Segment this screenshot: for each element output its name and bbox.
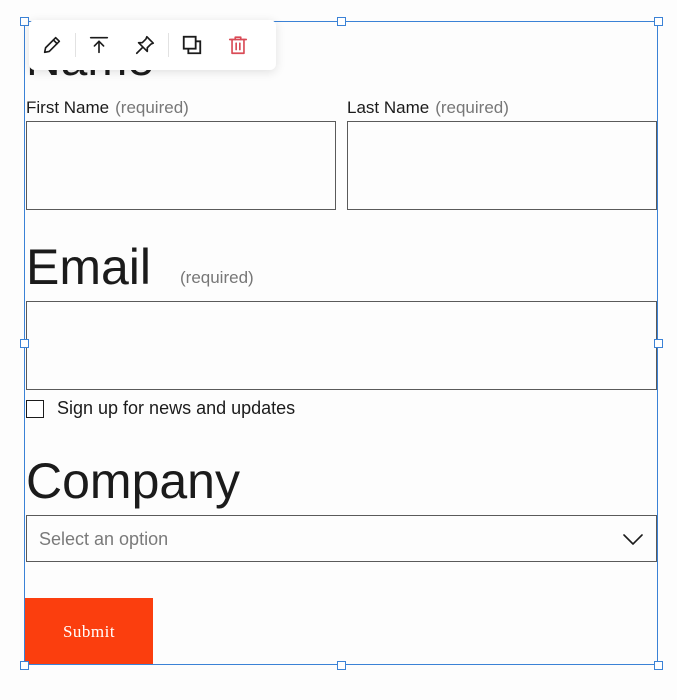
pin-icon	[135, 35, 155, 55]
resize-handle[interactable]	[654, 17, 663, 26]
move-to-top-button[interactable]	[79, 25, 119, 65]
duplicate-icon	[182, 35, 202, 55]
email-heading: Email	[26, 239, 152, 295]
company-heading: Company	[26, 453, 240, 509]
move-to-top-icon	[89, 36, 109, 54]
company-select[interactable]: Select an option	[26, 515, 657, 562]
last-name-input[interactable]	[347, 121, 657, 210]
last-name-label: Last Name (required)	[347, 98, 509, 117]
resize-handle[interactable]	[337, 661, 346, 670]
resize-handle[interactable]	[654, 661, 663, 670]
pin-button[interactable]	[125, 25, 165, 65]
newsletter-label: Sign up for news and updates	[57, 398, 296, 418]
required-indicator: (required)	[435, 98, 509, 117]
resize-handle[interactable]	[20, 339, 29, 348]
resize-handle[interactable]	[20, 661, 29, 670]
required-indicator: (required)	[180, 268, 254, 287]
toolbar-separator	[75, 33, 76, 57]
edit-button[interactable]	[32, 25, 72, 65]
select-placeholder: Select an option	[39, 529, 169, 549]
duplicate-button[interactable]	[172, 25, 212, 65]
submit-button[interactable]: Submit	[25, 598, 153, 665]
first-name-input[interactable]	[26, 121, 336, 210]
required-indicator: (required)	[115, 98, 189, 117]
chevron-down-icon	[623, 534, 643, 545]
toolbar-separator	[168, 33, 169, 57]
first-name-label: First Name (required)	[26, 98, 189, 117]
trash-icon	[228, 36, 248, 55]
block-toolbar	[29, 20, 276, 70]
resize-handle[interactable]	[337, 17, 346, 26]
pencil-icon	[43, 36, 61, 54]
newsletter-checkbox[interactable]	[26, 400, 44, 418]
resize-handle[interactable]	[20, 17, 29, 26]
delete-button[interactable]	[218, 25, 258, 65]
resize-handle[interactable]	[654, 339, 663, 348]
email-input[interactable]	[26, 301, 657, 390]
